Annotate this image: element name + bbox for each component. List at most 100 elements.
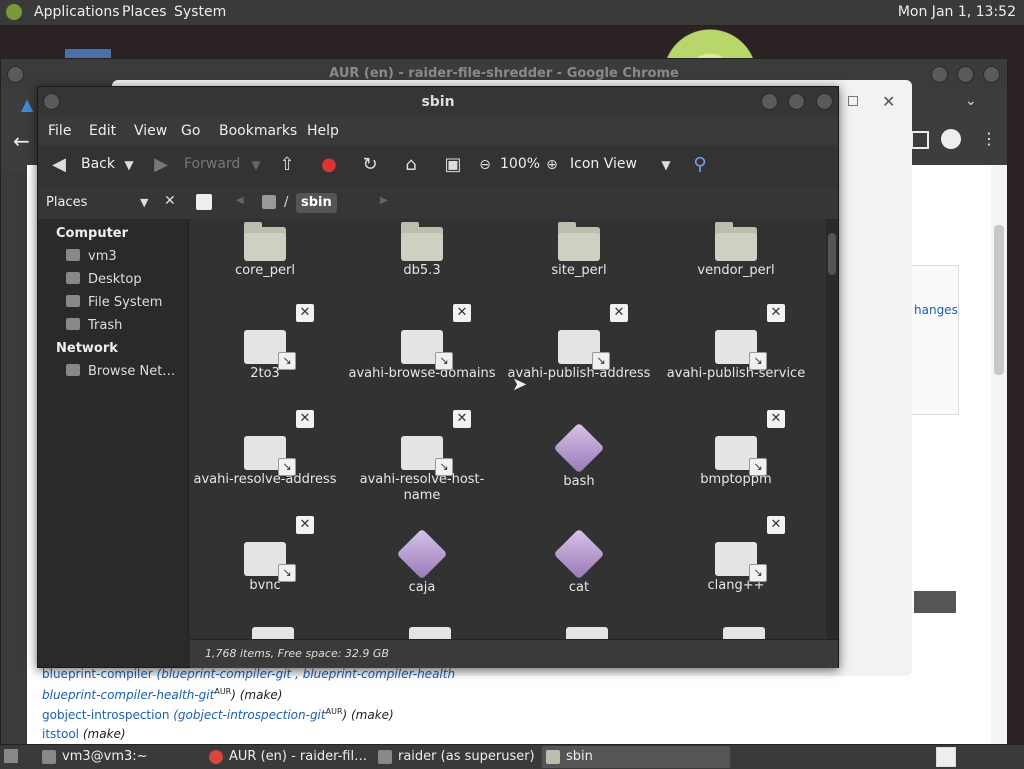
sidebar-dropdown-icon[interactable]: ▼ [140, 196, 148, 209]
file-item[interactable]: core_perl [190, 222, 340, 279]
changes-link[interactable]: hanges [914, 303, 958, 317]
partial-file-icon[interactable] [252, 627, 294, 639]
sidebar-item-desktop[interactable]: Desktop [66, 272, 142, 287]
file-item[interactable]: ✕ bmptoppm [661, 410, 811, 488]
root-drive-icon[interactable] [262, 195, 276, 209]
workspace-switcher[interactable] [936, 747, 956, 767]
view-mode-dropdown-icon[interactable]: ▼ [655, 154, 677, 176]
mate-logo-icon[interactable] [6, 4, 22, 20]
file-item[interactable]: ✕ 2to3 [190, 304, 340, 382]
task-label: AUR (en) - raider-fil… [229, 749, 368, 764]
file-item[interactable]: ✕avahi-publish-address [504, 304, 654, 382]
chrome-close-button[interactable] [983, 66, 1000, 83]
task-terminal[interactable]: vm3@vm3:~ [38, 746, 220, 768]
edit-location-icon[interactable] [196, 194, 212, 210]
menu-file[interactable]: File [48, 123, 71, 139]
file-item[interactable]: caja [347, 528, 497, 596]
caja-minimize-button[interactable] [761, 93, 778, 110]
page-scrollbar[interactable] [991, 165, 1007, 749]
path-root[interactable]: / [284, 195, 288, 210]
dep-link[interactable]: blueprint-compiler-health-git [42, 688, 214, 702]
menu-view[interactable]: View [134, 123, 167, 139]
sidebar-item-trash[interactable]: Trash [66, 318, 122, 333]
dep-link[interactable]: itstool [42, 727, 79, 741]
more-menu-icon[interactable]: ⋮ [981, 129, 997, 148]
clock[interactable]: Mon Jan 1, 13:52 [898, 4, 1016, 20]
icon-view[interactable]: core_perldb5.3site_perlvendor_perl✕2to3✕… [190, 219, 826, 639]
system-menu[interactable]: System [174, 4, 226, 20]
stop-icon[interactable]: ● [318, 154, 340, 176]
partial-file-icon[interactable] [566, 627, 608, 639]
dep-alt-link[interactable]: , blueprint-compiler-health [295, 667, 455, 681]
dep-link[interactable]: gobject-introspection [42, 708, 169, 722]
zoom-in-icon[interactable]: ⊕ [541, 154, 563, 176]
file-item[interactable]: ✕ avahi-resolve-address [190, 410, 340, 488]
scroll-thumb[interactable] [828, 233, 836, 275]
back-dropdown-icon[interactable]: ▼ [118, 154, 140, 176]
chevron-down-icon[interactable]: ⌄ [965, 93, 977, 109]
task-raider[interactable]: raider (as superuser) [374, 746, 558, 768]
chrome-minimize-button[interactable] [931, 66, 948, 83]
sidebar-close-icon[interactable]: ✕ [164, 193, 176, 209]
panel-icon[interactable] [911, 131, 929, 149]
file-item[interactable]: ✕ avahi-publish-service [661, 304, 811, 382]
scrollbar[interactable] [826, 219, 838, 639]
task-chrome[interactable]: AUR (en) - raider-fil… [205, 746, 389, 768]
file-item[interactable]: site_perl [504, 222, 654, 279]
menu-help[interactable]: Help [307, 123, 339, 139]
zoom-level[interactable]: 100% [500, 156, 540, 172]
caja-menu-button[interactable] [43, 93, 60, 110]
dep-alt-link[interactable]: (gobject-introspection-git [173, 708, 325, 722]
caja-maximize-button[interactable] [788, 93, 805, 110]
file-item[interactable]: ✕ avahi-resolve-host-name [347, 410, 497, 504]
menu-bookmarks[interactable]: Bookmarks [219, 123, 297, 139]
dep-alt-link[interactable]: (blueprint-compiler-git [157, 667, 292, 681]
task-sbin[interactable]: sbin [542, 746, 730, 768]
back-icon[interactable]: ◀ [48, 154, 70, 176]
zoom-out-icon[interactable]: ⊖ [474, 154, 496, 176]
chrome-menu-button[interactable] [7, 66, 24, 83]
sidebar-item-browse-network[interactable]: Browse Net… [66, 364, 175, 379]
partial-file-icon[interactable] [409, 627, 451, 639]
file-item[interactable]: cat [504, 528, 654, 596]
caja-close-button[interactable] [816, 93, 833, 110]
partial-file-icon[interactable] [723, 627, 765, 639]
forward-dropdown-icon[interactable]: ▼ [245, 154, 267, 176]
menu-edit[interactable]: Edit [89, 123, 116, 139]
view-mode-select[interactable]: Icon View [570, 156, 637, 172]
back-button[interactable]: Back [81, 156, 115, 172]
reload-icon[interactable]: ↻ [359, 154, 381, 176]
search-icon[interactable]: ⚲ [689, 154, 711, 176]
chrome-maximize-button[interactable] [957, 66, 974, 83]
raider-close-icon[interactable]: ✕ [882, 92, 895, 111]
home-icon[interactable]: ⌂ [400, 154, 422, 176]
dep-link[interactable]: blueprint-compiler [42, 667, 153, 681]
applications-menu[interactable]: Applications [34, 4, 120, 20]
path-crumb-current[interactable]: sbin [296, 193, 337, 213]
caja-window[interactable]: sbin File Edit View Go Bookmarks Help ◀ … [37, 86, 839, 668]
places-menu[interactable]: Places [122, 4, 167, 20]
file-item[interactable]: db5.3 [347, 222, 497, 279]
file-item-label: bvnc [249, 578, 281, 593]
sidebar-item-filesystem[interactable]: File System [66, 295, 162, 310]
path-left-arrow-icon[interactable]: ◀ [236, 195, 244, 206]
show-desktop-icon[interactable] [4, 749, 18, 763]
file-item[interactable]: ✕ bvnc [190, 516, 340, 594]
sidebar-selector[interactable]: Places [46, 195, 87, 210]
forward-button[interactable]: Forward [184, 156, 240, 172]
file-item[interactable]: vendor_perl [661, 222, 811, 279]
computer-icon[interactable]: ▣ [442, 154, 464, 176]
forward-icon[interactable]: ▶ [150, 154, 172, 176]
back-arrow-icon[interactable]: ← [13, 129, 30, 153]
page-scroll-thumb[interactable] [994, 225, 1004, 375]
up-icon[interactable]: ⇧ [276, 154, 298, 176]
file-item[interactable]: ✕ clang++ [661, 516, 811, 594]
file-item[interactable]: bash [504, 422, 654, 490]
raider-maximize-icon[interactable] [848, 96, 858, 106]
file-item[interactable]: ✕ avahi-browse-domains [347, 304, 497, 382]
profile-icon[interactable] [941, 129, 961, 149]
task-label: vm3@vm3:~ [62, 749, 148, 764]
sidebar-item-vm3[interactable]: vm3 [66, 249, 117, 264]
path-right-arrow-icon[interactable]: ▶ [380, 195, 388, 206]
menu-go[interactable]: Go [181, 123, 200, 139]
